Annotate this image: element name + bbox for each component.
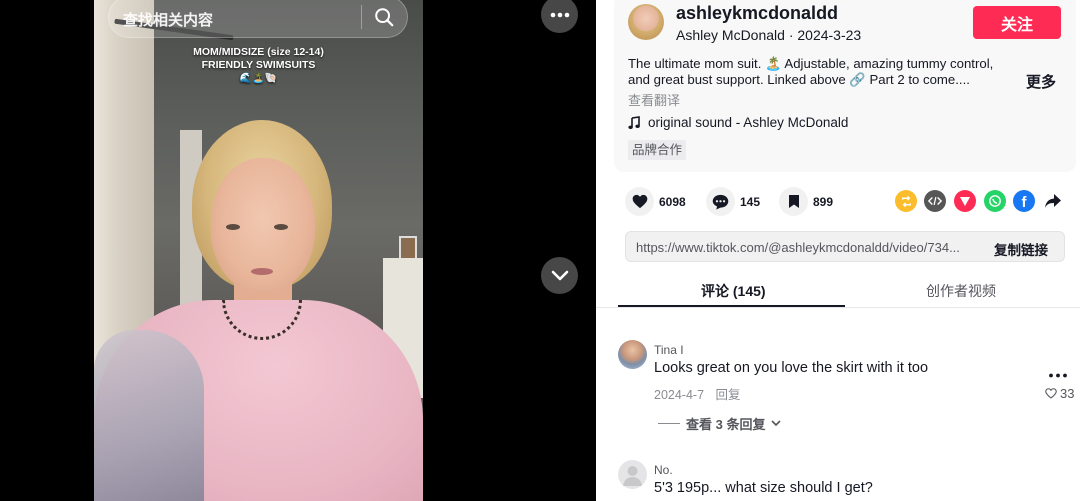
comment-icon <box>712 194 729 209</box>
comment-like-button[interactable]: 33 <box>1045 386 1074 401</box>
video-link-box: https://www.tiktok.com/@ashleykmcdonaldd… <box>625 231 1065 262</box>
expand-description-button[interactable]: 更多 <box>1026 71 1056 92</box>
save-button[interactable]: 899 <box>779 187 833 216</box>
repost-icon[interactable] <box>895 190 917 212</box>
ellipsis-icon <box>1049 373 1067 378</box>
video-caption: MOM/MIDSIZE (size 12-14) FRIENDLY SWIMSU… <box>94 46 423 85</box>
share-arrow-icon[interactable] <box>1042 190 1064 212</box>
share-arrow-glyph <box>1045 194 1061 208</box>
comment-text: 5'3 195p... what size should I get? <box>654 480 873 496</box>
search-divider <box>361 5 362 29</box>
save-count: 899 <box>813 194 834 209</box>
video-caption-emojis: 🌊🏝️🐚 <box>239 73 278 84</box>
ellipsis-icon <box>550 12 569 17</box>
more-options-button[interactable] <box>541 0 578 33</box>
tab-comments[interactable]: 评论 (145) <box>701 281 766 301</box>
like-count: 6098 <box>659 194 686 209</box>
details-panel: ashleykmcdonaldd Ashley McDonald · 2024-… <box>596 0 1080 501</box>
comment-avatar[interactable] <box>618 340 647 369</box>
view-replies-label: 查看 3 条回复 <box>686 417 766 432</box>
sound-link[interactable]: original sound - Ashley McDonald <box>628 115 848 130</box>
like-button[interactable]: 6098 <box>625 187 686 216</box>
music-note-icon <box>628 115 640 129</box>
comment-count: 145 <box>740 194 761 209</box>
author-info-card: ashleykmcdonaldd Ashley McDonald · 2024-… <box>614 0 1076 172</box>
whatsapp-icon[interactable] <box>984 190 1006 212</box>
author-name-date: Ashley McDonald · 2024-3-23 <box>676 27 862 43</box>
search-bar[interactable]: 查找相关内容 <box>108 0 408 38</box>
replies-line <box>658 423 680 424</box>
video-person-mouth <box>251 268 273 275</box>
brand-partnership-tag: 品牌合作 <box>628 140 687 160</box>
send-glyph <box>960 197 970 206</box>
heart-outline-icon <box>1045 388 1057 399</box>
search-icon[interactable] <box>373 6 395 28</box>
chevron-down-icon <box>551 270 568 280</box>
sound-label: original sound - Ashley McDonald <box>648 115 849 130</box>
comment-author[interactable]: Tina I <box>654 343 684 357</box>
follow-button[interactable]: 关注 <box>973 6 1061 39</box>
send-icon[interactable] <box>954 190 976 212</box>
comment-avatar[interactable] <box>618 460 647 489</box>
video-person-eye-right <box>274 224 288 230</box>
reply-button[interactable]: 回复 <box>716 388 741 402</box>
translate-link[interactable]: 查看翻译 <box>628 90 680 109</box>
post-description: The ultimate mom suit. 🏝️ Adjustable, am… <box>628 56 994 87</box>
video-caption-line2: FRIENDLY SWIMSUITS <box>201 59 316 71</box>
next-video-button[interactable] <box>541 257 578 294</box>
embed-glyph <box>928 196 942 206</box>
like-button-circle <box>625 187 654 216</box>
view-replies-button[interactable]: 查看 3 条回复 <box>658 414 782 433</box>
comment-date: 2024-4-7 <box>654 388 705 402</box>
avatar[interactable] <box>628 4 664 40</box>
comment-author[interactable]: No. <box>654 463 673 477</box>
comment-button[interactable]: 145 <box>706 187 760 216</box>
comment-button-circle <box>706 187 735 216</box>
tab-creator-videos[interactable]: 创作者视频 <box>926 281 996 301</box>
copy-link-button[interactable]: 复制链接 <box>994 239 1048 259</box>
comment-meta: 2024-4-7 回复 <box>654 384 741 403</box>
bookmark-icon <box>788 195 799 208</box>
whatsapp-glyph <box>989 195 1001 207</box>
video-person-arm <box>94 330 204 501</box>
tab-divider <box>596 307 1080 308</box>
video-player[interactable]: MOM/MIDSIZE (size 12-14) FRIENDLY SWIMSU… <box>0 0 596 501</box>
facebook-icon[interactable]: f <box>1013 190 1035 212</box>
default-avatar-icon <box>623 466 642 486</box>
video-caption-line1: MOM/MIDSIZE (size 12-14) <box>193 46 324 58</box>
video-link-url[interactable]: https://www.tiktok.com/@ashleykmcdonaldd… <box>636 240 960 255</box>
repost-glyph <box>901 195 911 207</box>
comment-more-button[interactable] <box>1048 362 1068 383</box>
video-scene-picture <box>399 236 417 260</box>
comment-text: Looks great on you love the skirt with i… <box>654 360 929 376</box>
chevron-down-icon <box>771 420 782 427</box>
save-button-circle <box>779 187 808 216</box>
embed-icon[interactable] <box>924 190 946 212</box>
comment-like-count: 33 <box>1060 386 1075 401</box>
author-username[interactable]: ashleykmcdonaldd <box>676 3 838 24</box>
facebook-glyph: f <box>1021 194 1027 211</box>
video-person-eye-left <box>226 224 240 230</box>
search-input[interactable]: 查找相关内容 <box>123 9 213 30</box>
heart-icon <box>632 194 647 209</box>
